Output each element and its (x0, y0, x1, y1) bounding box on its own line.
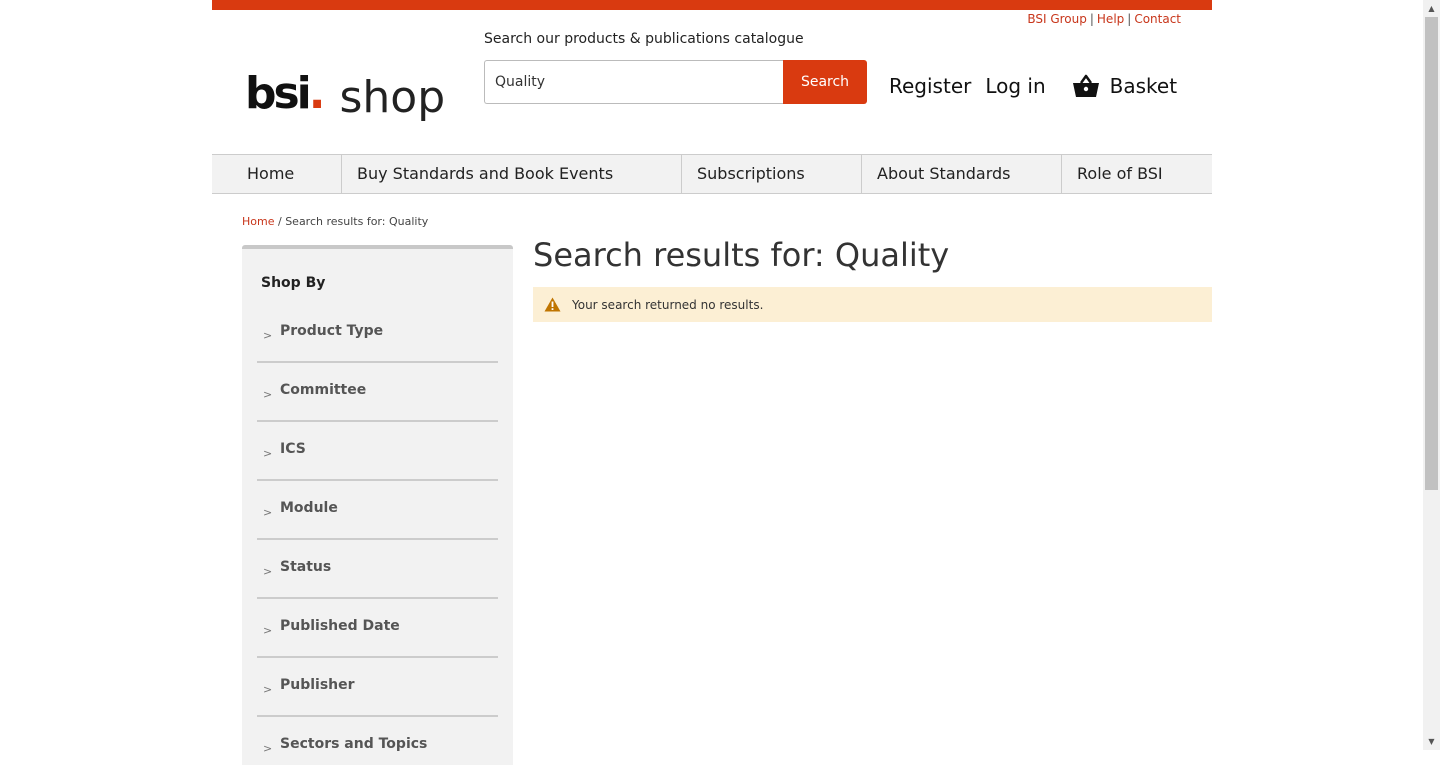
utility-link-bsi-group[interactable]: BSI Group (1027, 12, 1087, 26)
nav-item-subscriptions[interactable]: Subscriptions (682, 155, 862, 193)
no-results-alert: Your search returned no results. (533, 287, 1212, 322)
basket-label: Basket (1109, 74, 1178, 98)
chevron-right-icon: > (263, 565, 273, 578)
warning-icon (544, 297, 561, 312)
logo-brand: bsi (245, 68, 312, 119)
search-input[interactable] (484, 60, 783, 104)
nav-item-role-of-bsi[interactable]: Role of BSI (1062, 155, 1212, 193)
logo-dot: . (308, 68, 326, 119)
basket-link[interactable]: Basket (1072, 73, 1177, 99)
chevron-right-icon: > (263, 329, 273, 342)
register-link[interactable]: Register (889, 74, 971, 98)
brand-bar (212, 0, 1212, 10)
login-link[interactable]: Log in (985, 74, 1045, 98)
utility-link-contact[interactable]: Contact (1134, 12, 1181, 26)
breadcrumb: Home / Search results for: Quality (242, 215, 428, 228)
facet-publisher[interactable]: > Publisher (257, 659, 498, 717)
search-form: Search (484, 60, 867, 104)
facet-sectors-and-topics[interactable]: > Sectors and Topics (257, 718, 498, 776)
breadcrumb-home[interactable]: Home (242, 215, 274, 228)
page-title: Search results for: Quality (533, 236, 950, 274)
nav-item-about-standards[interactable]: About Standards (862, 155, 1062, 193)
facet-status[interactable]: > Status (257, 541, 498, 599)
basket-icon (1072, 74, 1099, 97)
chevron-right-icon: > (263, 683, 273, 696)
main-nav: Home Buy Standards and Book Events Subsc… (212, 154, 1212, 194)
bsi-shop-logo[interactable]: bsi. shop (245, 56, 445, 120)
scroll-down-arrow-icon[interactable]: ▼ (1423, 733, 1440, 750)
utility-links: BSI Group | Help | Contact (1027, 12, 1181, 26)
chevron-right-icon: > (263, 624, 273, 637)
chevron-right-icon: > (263, 742, 273, 755)
page-scrollbar[interactable]: ▲ ▼ (1423, 0, 1440, 750)
chevron-right-icon: > (263, 447, 273, 460)
nav-item-buy-standards[interactable]: Buy Standards and Book Events (342, 155, 682, 193)
account-links: Register Log in Basket (889, 73, 1177, 99)
nav-item-home[interactable]: Home (212, 155, 342, 193)
breadcrumb-separator: / (274, 215, 286, 228)
breadcrumb-current: Search results for: Quality (285, 215, 429, 228)
chevron-right-icon: > (263, 388, 273, 401)
search-label: Search our products & publications catal… (484, 31, 804, 47)
facet-product-type[interactable]: > Product Type (257, 305, 498, 363)
alert-message: Your search returned no results. (572, 297, 764, 312)
scroll-up-arrow-icon[interactable]: ▲ (1423, 0, 1440, 17)
chevron-right-icon: > (263, 506, 273, 519)
utility-link-help[interactable]: Help (1097, 12, 1124, 26)
logo-name: shop (339, 72, 446, 123)
facet-ics[interactable]: > ICS (257, 423, 498, 481)
page: BSI Group | Help | Contact bsi. shop Search o… (212, 0, 1212, 765)
facet-module[interactable]: > Module (257, 482, 498, 540)
scrollbar-thumb[interactable] (1425, 17, 1438, 490)
facet-committee[interactable]: > Committee (257, 364, 498, 422)
facet-published-date[interactable]: > Published Date (257, 600, 498, 658)
sidebar-title: Shop By (261, 275, 326, 291)
search-button[interactable]: Search (783, 60, 867, 104)
shop-by-sidebar: Shop By > Product Type > Committee > ICS > M… (242, 245, 513, 765)
